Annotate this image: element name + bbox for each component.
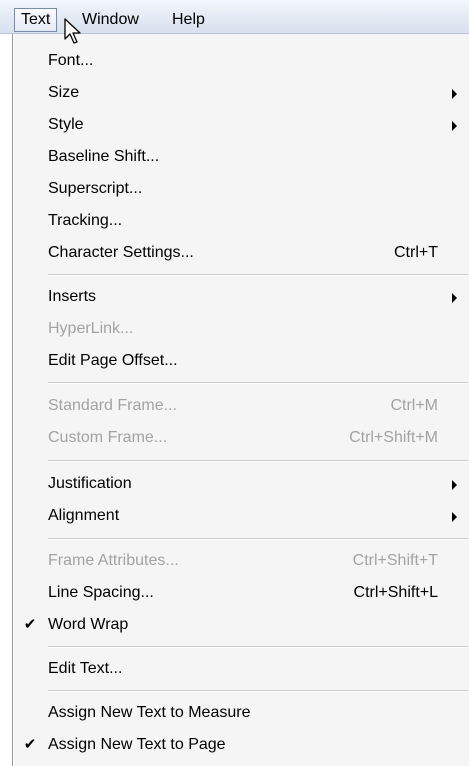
- menu-item-baseline-shift[interactable]: Baseline Shift...: [14, 142, 469, 172]
- menubar-item-text[interactable]: Text: [14, 8, 58, 32]
- menu-item-label: Tracking...: [48, 212, 123, 229]
- menu-item-frame-attributes: Frame Attributes... Ctrl+Shift+T: [14, 546, 469, 576]
- menubar-item-window[interactable]: Window: [76, 8, 145, 32]
- checkmark-icon: ✔: [23, 736, 37, 753]
- menu-item-label: HyperLink...: [48, 320, 134, 337]
- checkmark-icon: ✔: [23, 616, 37, 633]
- menu-item-edit-page-offset[interactable]: Edit Page Offset...: [14, 346, 469, 376]
- menu-item-word-wrap[interactable]: ✔ Word Wrap: [14, 610, 469, 640]
- menubar-item-help[interactable]: Help: [166, 8, 211, 32]
- menu-item-superscript[interactable]: Superscript...: [14, 174, 469, 204]
- menu-item-label: Font...: [48, 52, 94, 69]
- menu-item-label: Custom Frame...: [48, 429, 168, 446]
- menu-item-shortcut: Ctrl+Shift+L: [353, 584, 438, 601]
- menubar-item-label: Text: [21, 11, 51, 28]
- chevron-right-icon: [452, 293, 457, 303]
- menu-item-label: Alignment: [48, 507, 120, 524]
- menu-item-character-settings[interactable]: Character Settings... Ctrl+T: [14, 238, 469, 268]
- menu-item-label: Word Wrap: [48, 616, 129, 633]
- menu-item-label: Character Settings...: [48, 244, 194, 261]
- text-menu-dropdown: Font... Size Style Baseline Shift... Sup…: [12, 34, 469, 766]
- menu-item-edit-text[interactable]: Edit Text...: [14, 654, 469, 684]
- menu-separator: [48, 646, 468, 648]
- menu-item-standard-frame: Standard Frame... Ctrl+M: [14, 391, 469, 421]
- menubar-item-label: Help: [172, 11, 205, 28]
- menu-item-size[interactable]: Size: [14, 78, 469, 108]
- menu-item-style[interactable]: Style: [14, 110, 469, 140]
- menu-separator: [48, 538, 468, 540]
- menu-item-font[interactable]: Font...: [14, 46, 469, 76]
- menu-item-label: Line Spacing...: [48, 584, 154, 601]
- menubar-item-label: Window: [82, 11, 139, 28]
- menu-item-label: Assign New Text to Page: [48, 736, 226, 753]
- menu-separator: [48, 690, 468, 692]
- menu-separator: [48, 274, 468, 276]
- menu-item-assign-new-text-to-measure[interactable]: Assign New Text to Measure: [14, 698, 469, 728]
- menu-body: Font... Size Style Baseline Shift... Sup…: [13, 34, 469, 766]
- menu-item-shortcut: Ctrl+Shift+T: [352, 552, 438, 569]
- chevron-right-icon: [452, 89, 457, 99]
- menu-separator: [48, 382, 468, 384]
- menu-item-label: Justification: [48, 475, 132, 492]
- menu-item-label: Size: [48, 84, 80, 101]
- menu-separator: [48, 460, 468, 462]
- menu-item-hyperlink: HyperLink...: [14, 314, 469, 344]
- chevron-right-icon: [452, 512, 457, 522]
- menu-item-tracking[interactable]: Tracking...: [14, 206, 469, 236]
- menu-item-label: Style: [48, 116, 84, 133]
- menu-item-shortcut: Ctrl+T: [394, 244, 438, 261]
- menu-item-assign-new-text-to-page[interactable]: ✔ Assign New Text to Page: [14, 730, 469, 760]
- menu-item-custom-frame: Custom Frame... Ctrl+Shift+M: [14, 423, 469, 453]
- menu-item-justification[interactable]: Justification: [14, 469, 469, 499]
- menu-item-label: Frame Attributes...: [48, 552, 179, 569]
- menu-item-label: Standard Frame...: [48, 397, 177, 414]
- menu-item-label: Assign New Text to Measure: [48, 704, 251, 721]
- chevron-right-icon: [452, 121, 457, 131]
- menu-item-label: Inserts: [48, 288, 97, 305]
- menu-item-label: Edit Page Offset...: [48, 352, 178, 369]
- menu-item-alignment[interactable]: Alignment: [14, 501, 469, 531]
- mouse-pointer-icon: [64, 18, 81, 44]
- menu-item-label: Baseline Shift...: [48, 148, 160, 165]
- menu-item-shortcut: Ctrl+M: [390, 397, 438, 414]
- menu-item-shortcut: Ctrl+Shift+M: [349, 429, 438, 446]
- menu-item-inserts[interactable]: Inserts: [14, 282, 469, 312]
- menu-item-label: Edit Text...: [48, 660, 123, 677]
- chevron-right-icon: [452, 480, 457, 490]
- menu-item-line-spacing[interactable]: Line Spacing... Ctrl+Shift+L: [14, 578, 469, 608]
- menu-item-label: Superscript...: [48, 180, 143, 197]
